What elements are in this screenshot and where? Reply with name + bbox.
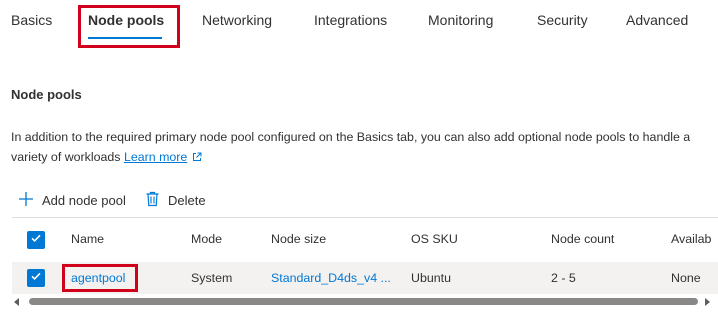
external-link-icon <box>192 148 202 168</box>
delete-button[interactable]: Delete <box>145 190 206 210</box>
section-title: Node pools <box>11 87 82 102</box>
scroll-left-icon[interactable] <box>14 298 19 306</box>
checkmark-icon <box>30 231 42 249</box>
column-header-mode[interactable]: Mode <box>191 232 222 246</box>
column-header-os-sku[interactable]: OS SKU <box>411 232 458 246</box>
column-header-node-size[interactable]: Node size <box>271 232 326 246</box>
trash-icon <box>145 191 168 210</box>
availability-value: None <box>671 271 701 285</box>
horizontal-scrollbar[interactable] <box>12 296 718 308</box>
column-header-node-count[interactable]: Node count <box>551 232 614 246</box>
node-size-link[interactable]: Standard_D4ds_v4 ... <box>271 271 391 285</box>
tab-security[interactable]: Security <box>537 12 588 28</box>
delete-label: Delete <box>168 192 206 208</box>
node-count-value: 2 - 5 <box>551 271 576 285</box>
scrollbar-thumb[interactable] <box>29 298 698 305</box>
learn-more-link[interactable]: Learn more <box>124 150 187 164</box>
node-pool-mode: System <box>191 271 233 285</box>
table-header-row: Name Mode Node size OS SKU Node count Av… <box>12 218 718 262</box>
add-node-pool-button[interactable]: Add node pool <box>18 190 126 210</box>
select-all-checkbox[interactable] <box>27 231 45 249</box>
row-checkbox[interactable] <box>27 269 45 287</box>
tab-monitoring[interactable]: Monitoring <box>428 12 493 28</box>
tab-basics[interactable]: Basics <box>11 12 52 28</box>
tab-advanced[interactable]: Advanced <box>626 12 688 28</box>
tab-integrations[interactable]: Integrations <box>314 12 387 28</box>
name-highlight-box <box>62 264 138 292</box>
plus-icon <box>18 191 42 210</box>
checkmark-icon <box>30 269 42 287</box>
column-header-name[interactable]: Name <box>71 232 104 246</box>
tab-highlight-box <box>78 5 180 48</box>
column-header-availability[interactable]: Availab <box>671 232 711 246</box>
add-node-pool-label: Add node pool <box>42 192 126 208</box>
description-text: In addition to the required primary node… <box>11 130 691 164</box>
os-sku-value: Ubuntu <box>411 271 451 285</box>
scroll-right-icon[interactable] <box>705 298 710 306</box>
tab-networking[interactable]: Networking <box>202 12 272 28</box>
section-description: In addition to the required primary node… <box>11 127 711 168</box>
